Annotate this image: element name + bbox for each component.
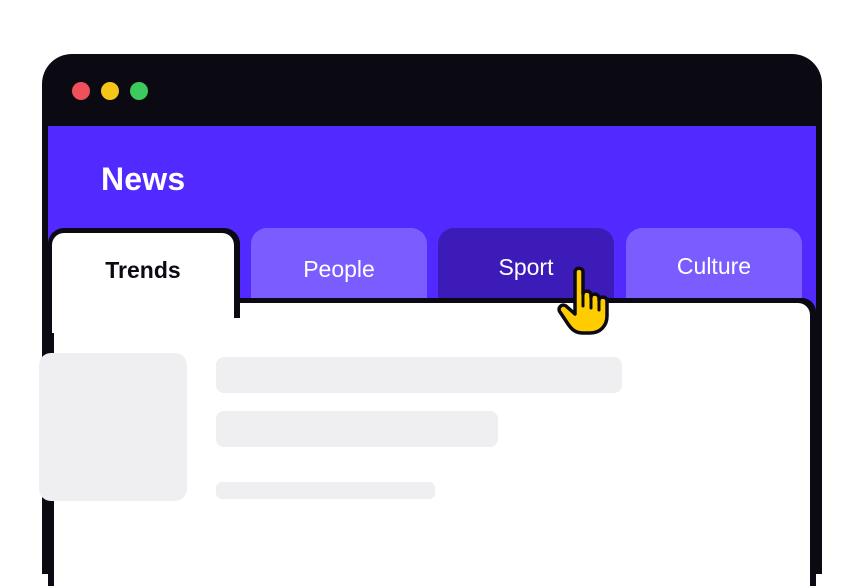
tab-trends[interactable]: Trends [48,228,240,333]
thumbnail-placeholder [39,353,187,501]
app-title: News [101,161,186,197]
hand-pointer-icon [557,266,609,335]
close-window-dot[interactable] [72,82,90,100]
maximize-window-dot[interactable] [130,82,148,100]
headline-placeholder [216,357,622,393]
tab-trends-body: Trends [52,233,234,333]
subheadline-placeholder [216,411,498,447]
window-controls [72,82,148,100]
meta-placeholder [216,482,435,499]
minimize-window-dot[interactable] [101,82,119,100]
tab-trends-label: Trends [105,257,181,283]
